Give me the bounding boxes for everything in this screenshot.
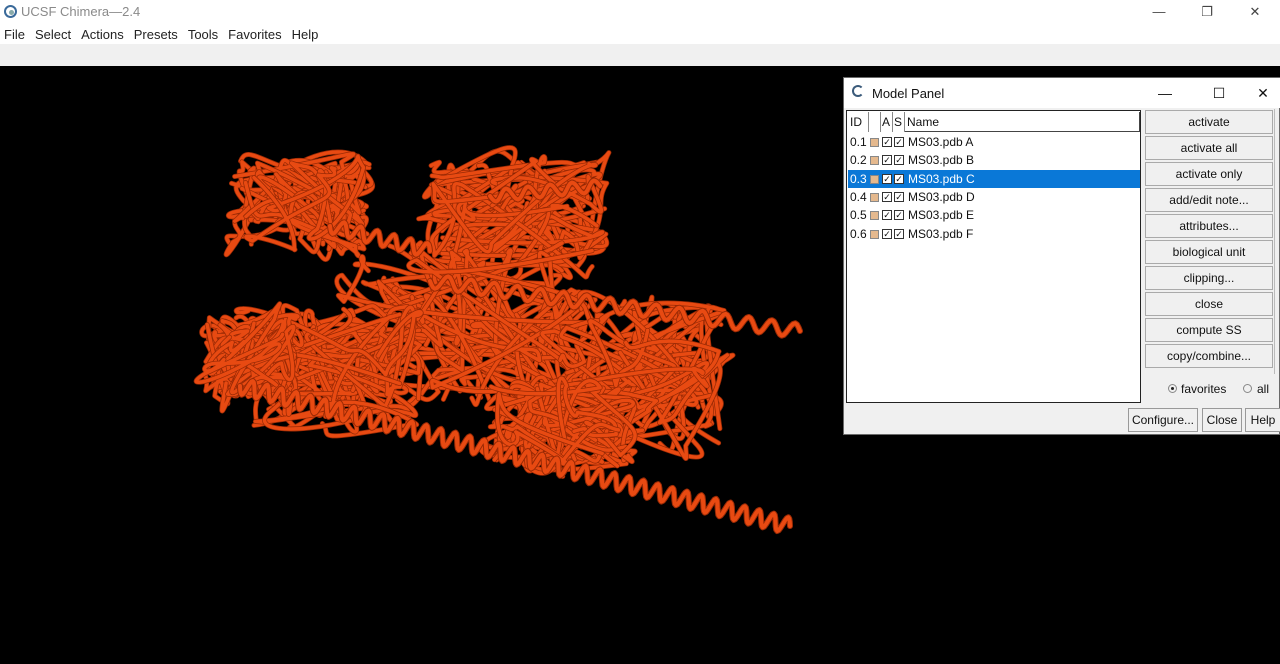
configure-button[interactable]: Configure... bbox=[1128, 408, 1198, 432]
close-window-icon[interactable]: ✕ bbox=[1232, 0, 1278, 24]
model-name: MS03.pdb E bbox=[908, 208, 975, 223]
minimize-icon[interactable]: — bbox=[1142, 78, 1188, 108]
active-checkbox[interactable]: ✓ bbox=[882, 210, 892, 221]
favorites-radio[interactable] bbox=[1168, 384, 1177, 393]
model-row[interactable]: 0.5 ✓ ✓ MS03.pdb E bbox=[848, 206, 1140, 224]
model-id: 0.3 bbox=[850, 171, 867, 186]
menu-help[interactable]: Help bbox=[287, 26, 324, 44]
active-checkbox[interactable]: ✓ bbox=[882, 155, 892, 166]
add-edit-note-button[interactable]: add/edit note... bbox=[1145, 188, 1273, 212]
shown-checkbox[interactable]: ✓ bbox=[894, 191, 904, 202]
shown-checkbox[interactable]: ✓ bbox=[894, 210, 904, 221]
model-row[interactable]: 0.2 ✓ ✓ MS03.pdb B bbox=[848, 151, 1140, 169]
action-list-scrollbar[interactable] bbox=[1274, 109, 1280, 374]
toolbar-strip bbox=[0, 44, 1280, 66]
maximize-icon[interactable]: ☐ bbox=[1196, 78, 1242, 108]
model-color-swatch[interactable] bbox=[870, 174, 879, 184]
activate-button[interactable]: activate bbox=[1145, 110, 1273, 134]
column-shown[interactable]: S bbox=[893, 112, 905, 132]
activate-all-button[interactable]: activate all bbox=[1145, 136, 1273, 160]
model-id: 0.5 bbox=[850, 208, 867, 223]
model-panel-dialog: Model Panel — ☐ ✕ ID A S Name 0.1 ✓ ✓ MS03.… bbox=[843, 77, 1280, 435]
model-panel-titlebar[interactable]: Model Panel — ☐ ✕ bbox=[844, 78, 1280, 108]
column-id[interactable]: ID bbox=[848, 112, 869, 132]
model-list-header: ID A S Name bbox=[848, 112, 1140, 132]
model-row[interactable]: 0.6 ✓ ✓ MS03.pdb F bbox=[848, 225, 1140, 243]
shown-checkbox[interactable]: ✓ bbox=[894, 228, 904, 239]
activate-only-button[interactable]: activate only bbox=[1145, 162, 1273, 186]
minimize-icon[interactable]: — bbox=[1136, 0, 1182, 24]
help-button[interactable]: Help bbox=[1245, 408, 1280, 432]
column-active[interactable]: A bbox=[881, 112, 893, 132]
active-checkbox[interactable]: ✓ bbox=[882, 173, 892, 184]
model-color-swatch[interactable] bbox=[870, 229, 879, 239]
all-radio-label: all bbox=[1257, 382, 1270, 396]
model-row[interactable]: 0.4 ✓ ✓ MS03.pdb D bbox=[848, 188, 1140, 206]
shown-checkbox[interactable]: ✓ bbox=[894, 137, 904, 147]
compute-ss-button[interactable]: compute SS bbox=[1145, 318, 1273, 342]
menu-tools[interactable]: Tools bbox=[183, 26, 223, 44]
shown-checkbox[interactable]: ✓ bbox=[894, 173, 904, 184]
chimera-logo-icon bbox=[852, 85, 864, 97]
menu-actions[interactable]: Actions bbox=[76, 26, 129, 44]
model-name: MS03.pdb A bbox=[908, 135, 974, 149]
model-list[interactable]: ID A S Name 0.1 ✓ ✓ MS03.pdb A 0.2 ✓ ✓ MS03.pdb… bbox=[846, 110, 1141, 403]
restore-icon[interactable]: ❐ bbox=[1184, 0, 1230, 24]
model-name: MS03.pdb B bbox=[908, 153, 975, 168]
model-name: MS03.pdb C bbox=[908, 171, 975, 186]
window-title: UCSF Chimera—2.4 bbox=[21, 4, 141, 19]
model-row[interactable]: 0.1 ✓ ✓ MS03.pdb A bbox=[848, 133, 1140, 151]
model-id: 0.1 bbox=[850, 135, 867, 149]
model-panel-title: Model Panel bbox=[872, 86, 945, 101]
model-color-swatch[interactable] bbox=[870, 211, 879, 221]
menu-favorites[interactable]: Favorites bbox=[223, 26, 286, 44]
model-name: MS03.pdb F bbox=[908, 226, 974, 241]
close-panel-icon[interactable]: ✕ bbox=[1240, 78, 1280, 108]
app-titlebar: UCSF Chimera—2.4 — ❐ ✕ bbox=[0, 0, 1280, 24]
model-color-swatch[interactable] bbox=[870, 138, 879, 147]
shown-checkbox[interactable]: ✓ bbox=[894, 155, 904, 166]
chimera-logo-icon bbox=[4, 5, 17, 18]
biological-unit-button[interactable]: biological unit bbox=[1145, 240, 1273, 264]
active-checkbox[interactable]: ✓ bbox=[882, 191, 892, 202]
menu-select[interactable]: Select bbox=[30, 26, 76, 44]
menu-presets[interactable]: Presets bbox=[129, 26, 183, 44]
close-model-button[interactable]: close bbox=[1145, 292, 1273, 316]
column-color[interactable] bbox=[869, 112, 881, 132]
column-name[interactable]: Name bbox=[905, 112, 1140, 132]
menu-file[interactable]: File bbox=[0, 26, 30, 44]
attributes-button[interactable]: attributes... bbox=[1145, 214, 1273, 238]
model-color-swatch[interactable] bbox=[870, 156, 879, 166]
model-id: 0.6 bbox=[850, 226, 867, 241]
copy-combine-button[interactable]: copy/combine... bbox=[1145, 344, 1273, 368]
model-id: 0.2 bbox=[850, 153, 867, 168]
menu-bar: File Select Actions Presets Tools Favori… bbox=[0, 26, 323, 44]
active-checkbox[interactable]: ✓ bbox=[882, 228, 892, 239]
model-color-swatch[interactable] bbox=[870, 192, 879, 202]
model-name: MS03.pdb D bbox=[908, 189, 975, 204]
model-id: 0.4 bbox=[850, 189, 867, 204]
favorites-radio-label: favorites bbox=[1181, 382, 1227, 396]
close-button[interactable]: Close bbox=[1202, 408, 1242, 432]
model-row[interactable]: 0.3 ✓ ✓ MS03.pdb C bbox=[848, 169, 1140, 188]
all-radio[interactable] bbox=[1243, 384, 1252, 393]
active-checkbox[interactable]: ✓ bbox=[882, 137, 892, 147]
clipping-button[interactable]: clipping... bbox=[1145, 266, 1273, 290]
